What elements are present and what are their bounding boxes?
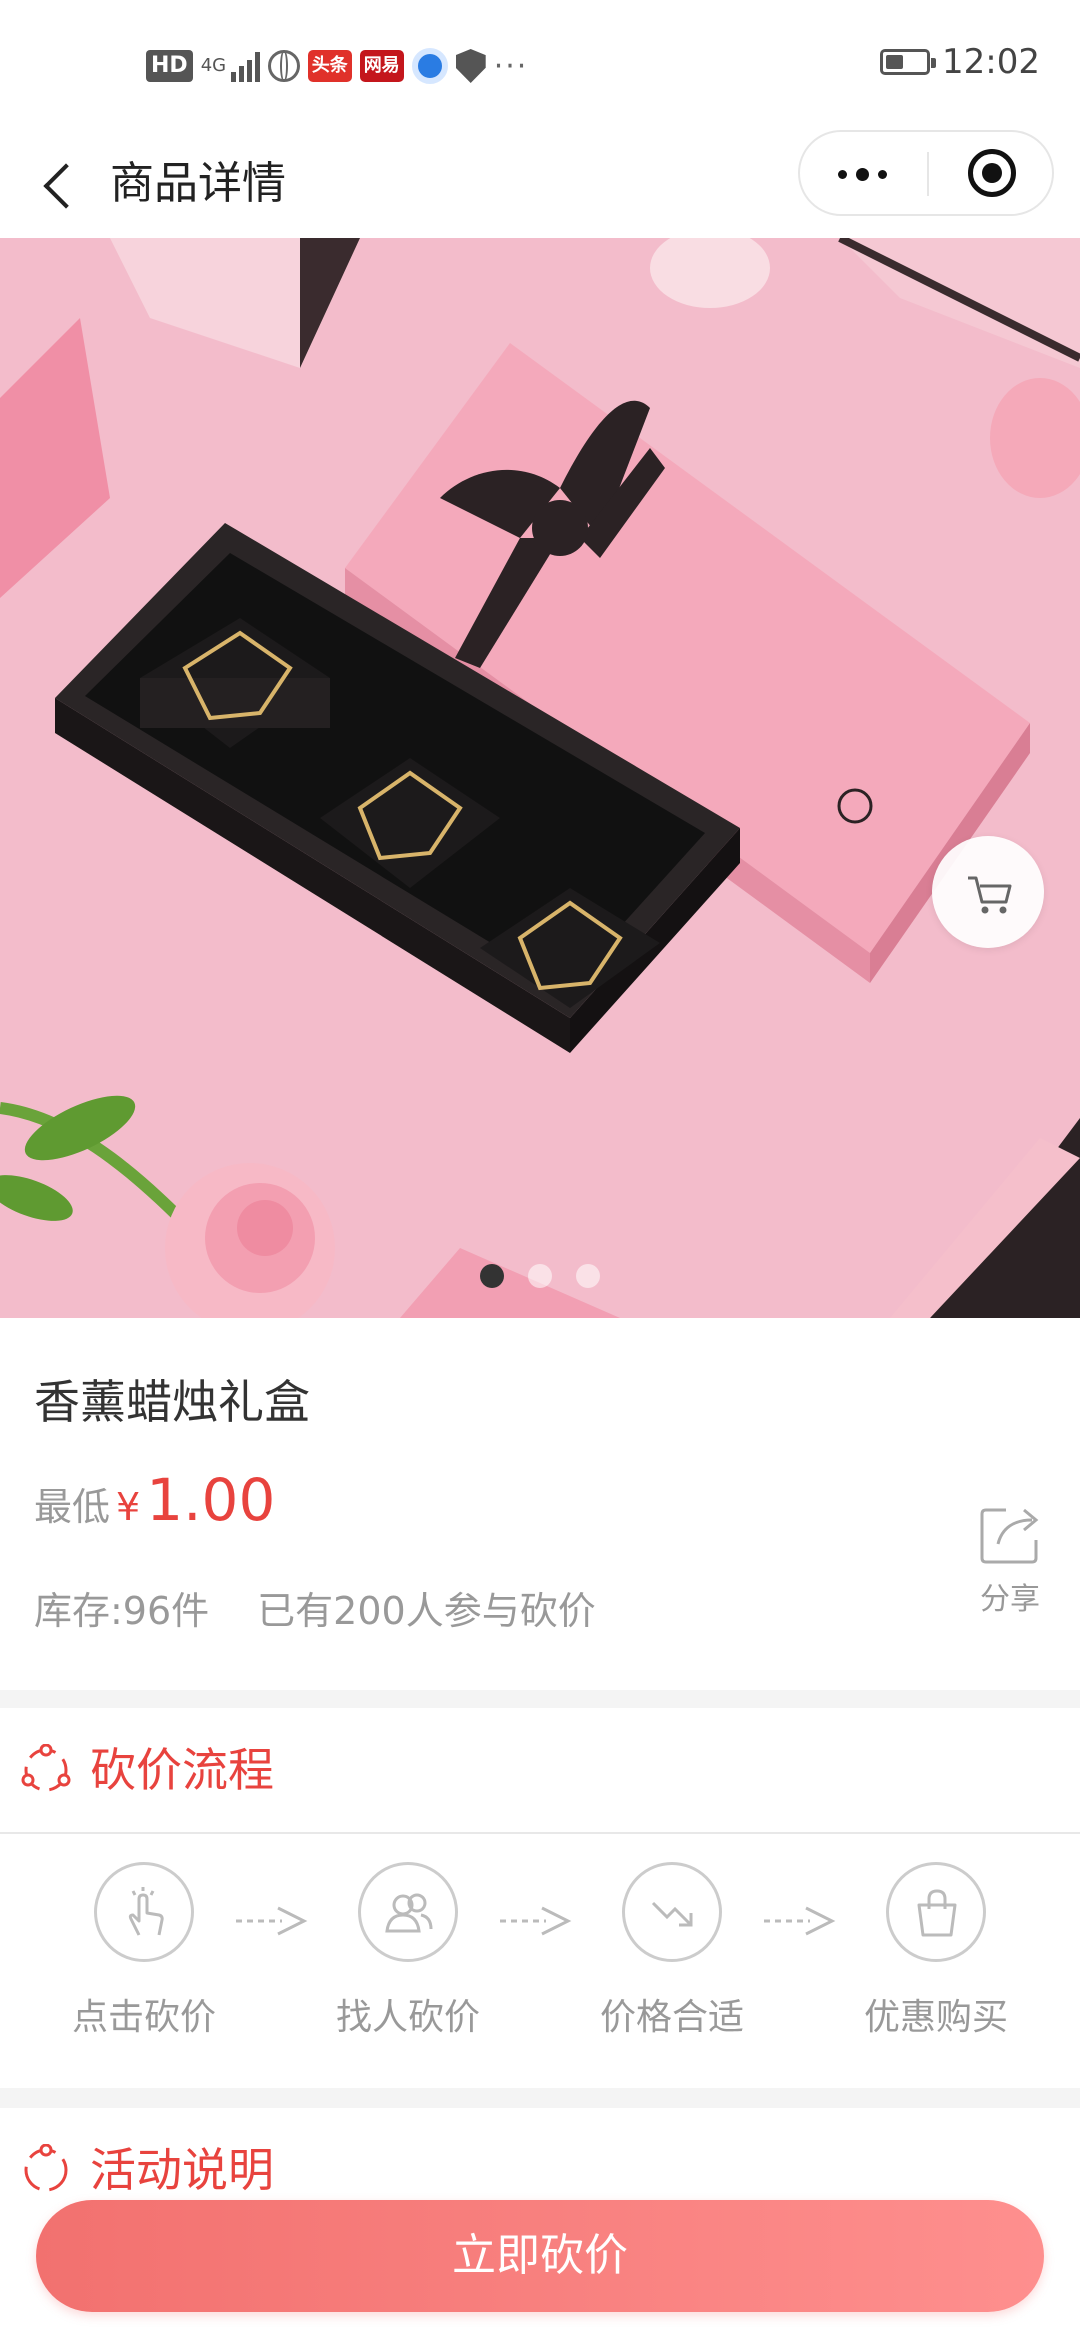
capsule-divider (927, 152, 929, 196)
bargain-now-button[interactable]: 立即砍价 (36, 2200, 1044, 2312)
product-meta: 库存:96件 已有200人参与砍价 (34, 1580, 596, 1635)
netease-app-icon: 网易 (359, 50, 404, 82)
share-icon (980, 1508, 1039, 1564)
mini-program-capsule (798, 130, 1054, 216)
step-click-bargain: 点击砍价 (44, 1862, 244, 2040)
process-steps: 点击砍价 找人砍价 价格合适 优惠购买 (0, 1862, 1080, 2062)
clock: 12:02 (942, 42, 1040, 82)
battery-icon (880, 49, 937, 75)
page-title: 商品详情 (110, 158, 286, 209)
share-label: 分享 (980, 1582, 1040, 1617)
product-image-carousel[interactable] (0, 238, 1080, 1318)
status-bar: HD 4G 头条 网易 ··· 12:02 (0, 0, 1080, 130)
hd-indicator: HD (146, 50, 193, 82)
product-photo (0, 238, 1080, 1318)
product-name: 香薰蜡烛礼盒 (34, 1375, 310, 1429)
carousel-dot[interactable] (480, 1264, 504, 1288)
more-button[interactable] (800, 132, 926, 214)
bargain-process-section: 砍价流程 点击砍价 找人砍价 价格合适 优惠购买 (0, 1708, 1080, 2088)
cart-icon (968, 876, 1012, 914)
step-label: 点击砍价 (71, 1997, 216, 2038)
step-label: 优惠购买 (863, 1997, 1008, 2038)
carousel-dot[interactable] (576, 1264, 600, 1288)
status-icons-left: HD 4G 头条 网易 ··· (146, 44, 528, 88)
stock-count: 库存:96件 (34, 1589, 210, 1633)
price-value: 1.00 (146, 1466, 276, 1534)
arrow-right-icon (764, 1906, 836, 1936)
app-notification-icon (411, 48, 448, 84)
shopping-bag-icon (886, 1862, 986, 1962)
activity-icon (24, 2144, 68, 2192)
step-label: 价格合适 (599, 1997, 744, 2038)
step-label: 找人砍价 (335, 1997, 480, 2038)
price-row: 最低 ¥ 1.00 (34, 1466, 275, 1534)
close-mini-program-button[interactable] (968, 149, 1016, 197)
process-cycle-icon (21, 1744, 71, 1792)
tap-icon (94, 1862, 194, 1962)
people-icon (358, 1862, 458, 1962)
carousel-indicators (0, 1264, 1080, 1288)
price-label: 最低 (34, 1485, 111, 1529)
participants-count: 已有200人参与砍价 (257, 1589, 596, 1633)
product-info: 香薰蜡烛礼盒 最低 ¥ 1.00 库存:96件 已有200人参与砍价 分享 (0, 1318, 1080, 1690)
more-notifications-icon: ··· (493, 48, 529, 84)
section-header: 砍价流程 (0, 1708, 1080, 1834)
currency-symbol: ¥ (116, 1485, 141, 1529)
step-price-fit: 价格合适 (572, 1862, 772, 2040)
nav-bar: 商品详情 (0, 130, 1080, 238)
cart-button[interactable] (932, 836, 1044, 948)
step-discount-buy: 优惠购买 (836, 1862, 1036, 2040)
section-title: 砍价流程 (90, 1743, 274, 1797)
share-button[interactable]: 分享 (970, 1504, 1050, 1618)
back-button[interactable] (38, 150, 98, 218)
arrow-right-icon (236, 1906, 308, 1936)
arrow-right-icon (500, 1906, 572, 1936)
shield-icon (455, 49, 486, 83)
toutiao-app-icon: 头条 (307, 50, 352, 82)
browser-icon (267, 50, 300, 82)
activity-title: 活动说明 (90, 2143, 274, 2197)
network-type: 4G (200, 55, 227, 76)
price-down-icon (622, 1862, 722, 1962)
step-find-people: 找人砍价 (308, 1862, 508, 2040)
signal-icon (230, 50, 260, 82)
carousel-dot[interactable] (528, 1264, 552, 1288)
status-icons-right: 12:02 (880, 42, 1040, 82)
